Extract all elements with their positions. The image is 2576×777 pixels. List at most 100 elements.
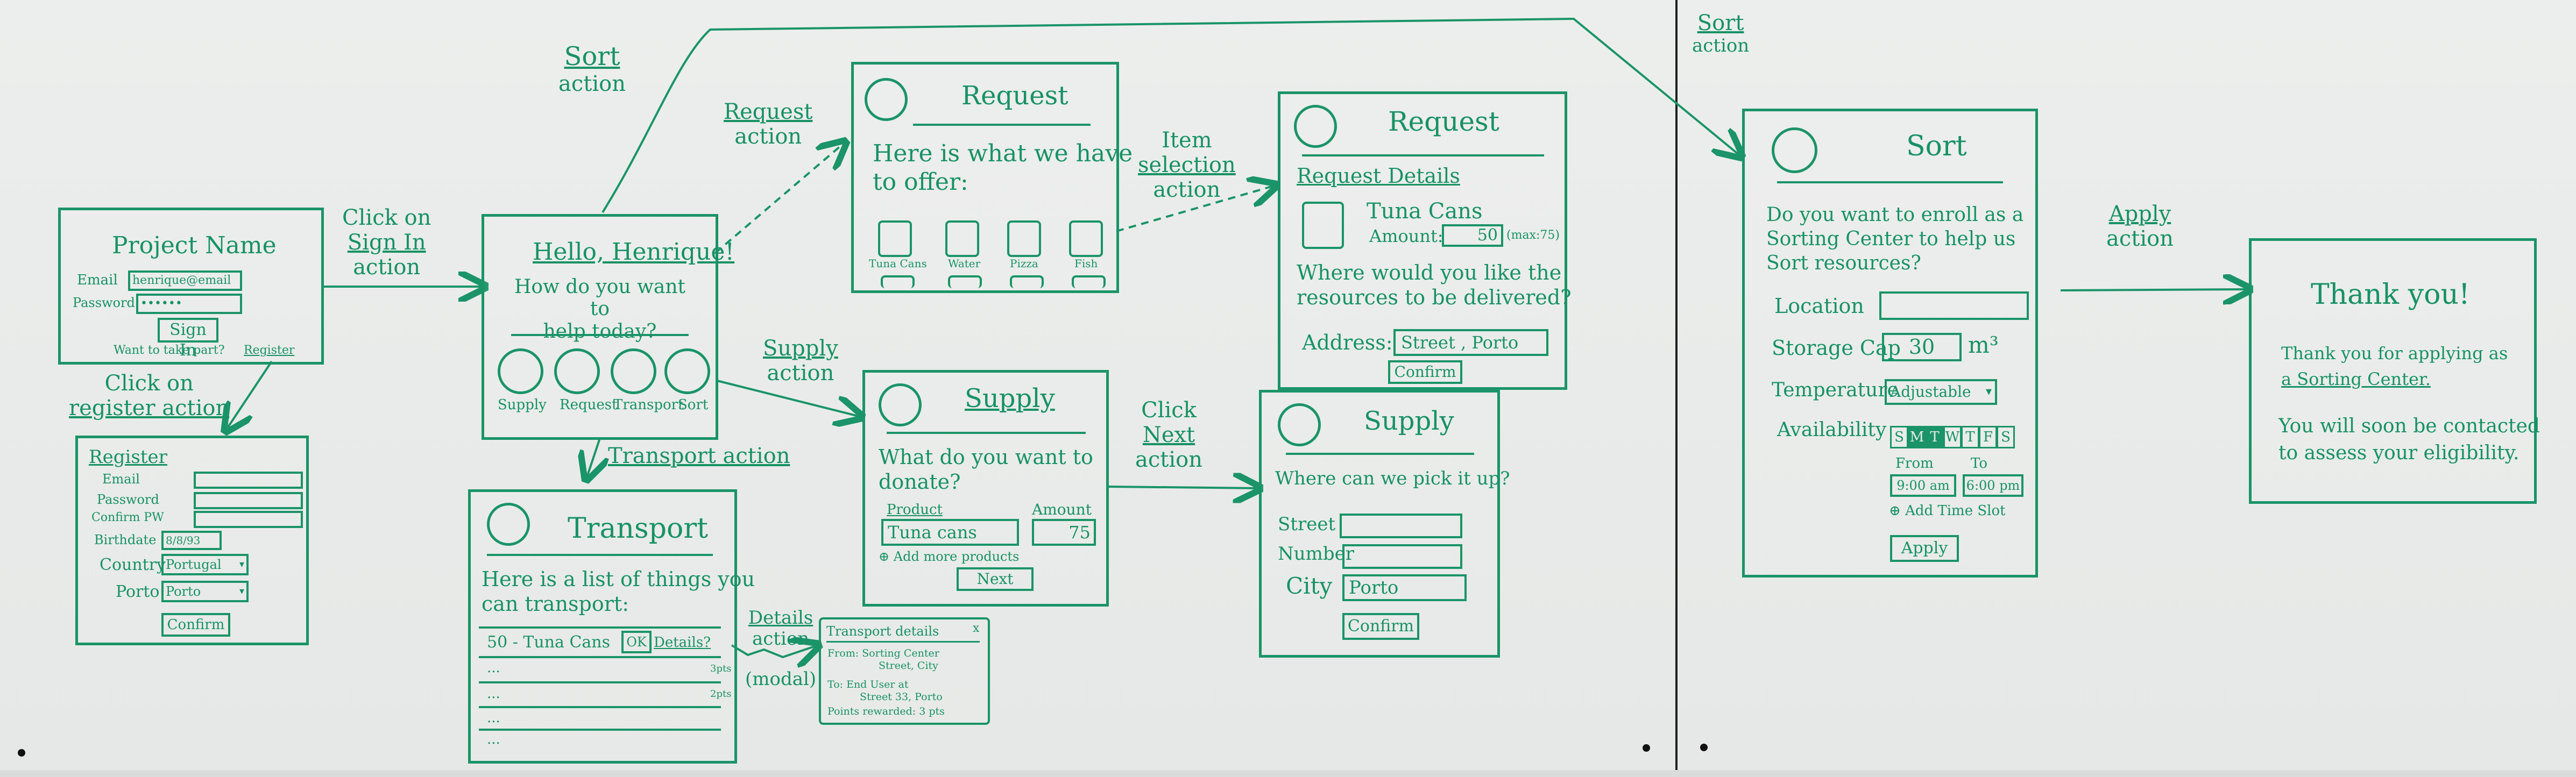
register-confirm-button[interactable]: Confirm <box>161 613 230 637</box>
from-line: From: Sorting Center <box>827 647 939 659</box>
sign-in-button[interactable]: Sign In <box>158 318 218 360</box>
product-label: Product <box>887 502 943 518</box>
register-link[interactable]: Register <box>244 344 294 357</box>
request-hand-icon <box>865 78 908 121</box>
item-tile-partial[interactable] <box>1072 275 1106 288</box>
day-toggle-tue[interactable]: T <box>1926 426 1944 448</box>
register-password-label: Password <box>97 492 159 507</box>
sort-factory-icon <box>1772 127 1817 173</box>
add-more-products[interactable]: ⊕ Add more products <box>879 549 1019 564</box>
number-input[interactable] <box>1342 544 1462 569</box>
city-input[interactable]: Porto <box>1342 574 1467 601</box>
day-toggle-sun[interactable]: S <box>1890 426 1908 448</box>
item-tile-partial[interactable] <box>948 275 982 288</box>
birthdate-field[interactable]: 8/8/93 <box>161 531 222 550</box>
request-confirm-button[interactable]: Confirm <box>1388 360 1462 384</box>
transport-title: Transport <box>568 512 709 545</box>
ok-button[interactable]: OK <box>621 631 652 653</box>
request-icon <box>1294 105 1337 148</box>
amount-max: (max:75) <box>1506 229 1560 242</box>
transport-option-icon[interactable] <box>611 348 656 394</box>
to-time-input[interactable]: 6:00 pm <box>1963 474 2023 497</box>
question-line: How do you want to <box>514 276 686 320</box>
register-screen: Register Email Password Confirm PW Birth… <box>75 436 309 645</box>
offer-text-line: Here is what we have <box>873 140 1133 167</box>
modal-to: To: End User at Street 33, Porto <box>827 679 943 703</box>
register-country-label: Country <box>100 555 166 574</box>
item-tile-partial[interactable] <box>1010 275 1044 288</box>
day-toggle-fri[interactable]: F <box>1979 426 1997 448</box>
add-more-label: Add more products <box>893 549 1020 564</box>
city-select[interactable]: Porto ▾ <box>161 581 249 602</box>
street-input[interactable] <box>1340 514 1462 538</box>
request-option-icon[interactable] <box>554 348 600 394</box>
annotation-line: (modal) <box>745 668 817 690</box>
storage-input[interactable]: 30 <box>1882 333 1962 361</box>
temperature-select[interactable]: Adjustable ▾ <box>1885 379 1997 405</box>
question-line: Sorting Center to help us <box>1766 228 2016 250</box>
product-input[interactable]: Tuna cans <box>881 519 1019 546</box>
register-confirm-pw-label: Confirm PW <box>91 511 164 524</box>
amount-input[interactable]: 50 <box>1442 224 1503 247</box>
tuna-can-icon[interactable] <box>878 220 912 257</box>
request-offer-text: Here is what we have to offer: <box>873 140 1133 197</box>
item-name: Tuna Cans <box>1367 199 1483 224</box>
modal-divider <box>826 641 980 643</box>
message-line: to assess your eligibility. <box>2278 442 2520 465</box>
delivery-question: Where would you like the resources to be… <box>1297 261 1572 310</box>
annotation-item-selection: Item selection action <box>1138 128 1236 202</box>
register-confirm-pw-field[interactable] <box>194 511 303 528</box>
transport-screen: Transport Here is a list of things you c… <box>468 489 755 764</box>
country-select[interactable]: Portugal ▾ <box>161 554 249 575</box>
day-toggle-thu[interactable]: T <box>1961 426 1979 448</box>
country-value: Portugal <box>166 557 222 572</box>
email-field[interactable]: henrique@email <box>128 270 242 291</box>
annotation-request-action: Request action <box>724 99 812 149</box>
list-divider <box>479 626 721 629</box>
tuna-can-icon <box>1302 202 1344 249</box>
annotation-line: Next <box>1142 423 1195 447</box>
address-input[interactable]: Street , Porto <box>1393 329 1548 356</box>
availability-label: Availability <box>1777 419 1887 441</box>
message-line: Thank you for applying as <box>2281 343 2508 363</box>
sort-option-icon[interactable] <box>664 348 710 394</box>
annotation-line: Apply <box>2108 202 2171 226</box>
register-password-field[interactable] <box>194 492 303 509</box>
offer-text-line: to offer: <box>873 168 968 196</box>
modal-points: Points rewarded: 3 pts <box>827 705 945 717</box>
from-time-input[interactable]: 9:00 am <box>1890 474 1956 497</box>
annotation-transport-action: Transport action <box>608 444 790 468</box>
password-field[interactable]: •••••• <box>136 294 242 314</box>
annotation-sort-action-right: Sort action <box>1692 11 1749 56</box>
location-input[interactable] <box>1879 291 2029 320</box>
message-line: a Sorting Center. <box>2281 369 2431 389</box>
supply-option-label[interactable]: Supply <box>498 397 547 413</box>
day-toggle-wed[interactable]: W <box>1943 426 1962 448</box>
message-line: You will soon be contacted <box>2278 415 2540 437</box>
supply-next-button[interactable]: Next <box>957 567 1034 591</box>
day-toggle-mon[interactable]: M <box>1908 426 1926 448</box>
supply-confirm-button[interactable]: Confirm <box>1342 613 1419 640</box>
storage-unit: m³ <box>1968 332 1999 358</box>
apply-button[interactable]: Apply <box>1890 535 1959 562</box>
amount-input[interactable]: 75 <box>1032 519 1096 546</box>
fish-icon[interactable] <box>1069 220 1103 257</box>
register-email-field[interactable] <box>194 472 303 489</box>
close-icon[interactable]: x <box>973 622 979 635</box>
title-underline <box>913 124 1091 126</box>
day-toggle-sat[interactable]: S <box>1997 426 2015 448</box>
details-link[interactable]: Details? <box>654 635 711 651</box>
eligibility-message: You will soon be contacted to assess you… <box>2278 413 2540 467</box>
transport-row-item: 50 - Tuna Cans <box>487 633 611 652</box>
add-time-slot[interactable]: ⊕ Add Time Slot <box>1889 503 2006 519</box>
item-tile-partial[interactable] <box>881 275 915 288</box>
sort-option-label[interactable]: Sort <box>678 397 708 413</box>
annotation-click-register: Click on register action <box>69 371 229 420</box>
supply-option-icon[interactable] <box>498 348 543 394</box>
password-label: Password <box>73 295 135 310</box>
request-option-label[interactable]: Request <box>560 397 618 413</box>
transport-option-label[interactable]: Transport <box>613 397 684 413</box>
pizza-icon[interactable] <box>1007 220 1041 257</box>
water-bottle-icon[interactable] <box>945 220 979 257</box>
temperature-value: Adjustable <box>1890 383 1971 401</box>
